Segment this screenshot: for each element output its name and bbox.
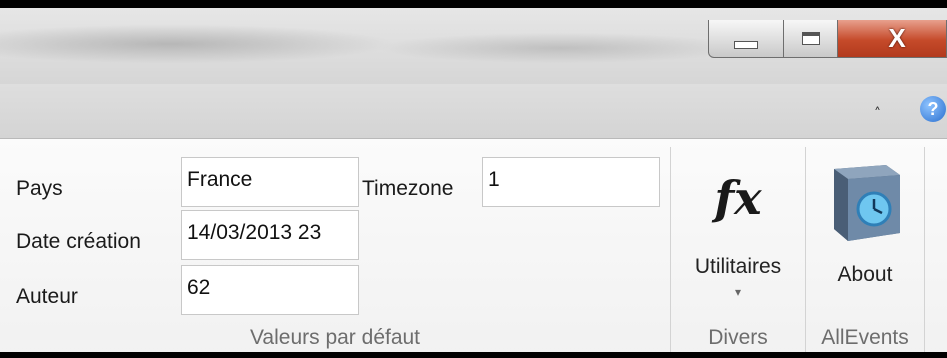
group-valeurs-par-defaut: Pays France Timezone 1 Date création 14/…	[0, 139, 670, 352]
window-controls: X	[708, 20, 947, 60]
auteur-label: Auteur	[16, 285, 78, 308]
utilitaires-button[interactable]: fx Utilitaires ▾	[671, 149, 805, 309]
group-divers: fx Utilitaires ▾ Divers	[671, 139, 805, 352]
dropdown-arrow-icon: ▾	[734, 285, 742, 299]
application-window: X ˄ ? Pays France Timezone 1 Date créati…	[0, 8, 947, 352]
timezone-field[interactable]: 1	[482, 157, 660, 207]
ribbon-panel: Pays France Timezone 1 Date création 14/…	[0, 139, 947, 352]
close-icon: X	[888, 23, 906, 53]
group-label-divers: Divers	[708, 326, 768, 349]
about-label: About	[837, 263, 893, 286]
group-separator	[924, 147, 925, 352]
group-label-valeurs: Valeurs par défaut	[249, 326, 421, 349]
maximize-button[interactable]	[784, 20, 838, 58]
help-icon[interactable]: ?	[920, 96, 946, 122]
pays-field[interactable]: France	[181, 157, 359, 207]
date-creation-field[interactable]: 14/03/2013 23	[181, 210, 359, 260]
function-fx-icon: fx	[714, 171, 762, 225]
close-button[interactable]: X	[838, 20, 947, 58]
maximize-icon	[801, 32, 820, 45]
title-bar[interactable]: X	[0, 8, 947, 84]
date-creation-label: Date création	[16, 230, 141, 253]
minimize-icon	[734, 40, 758, 49]
timezone-label: Timezone	[362, 177, 454, 200]
ribbon-tabstrip	[0, 84, 947, 139]
pays-label: Pays	[16, 177, 63, 200]
group-allevents: About AllEvents	[806, 139, 924, 352]
utilitaires-label: Utilitaires	[694, 255, 782, 278]
chevron-up-icon[interactable]: ˄	[874, 106, 881, 122]
clock-box-icon	[834, 165, 900, 241]
about-button[interactable]: About	[806, 149, 924, 309]
minimize-button[interactable]	[708, 20, 784, 58]
group-label-allevents: AllEvents	[821, 326, 909, 349]
auteur-field[interactable]: 62	[181, 265, 359, 315]
